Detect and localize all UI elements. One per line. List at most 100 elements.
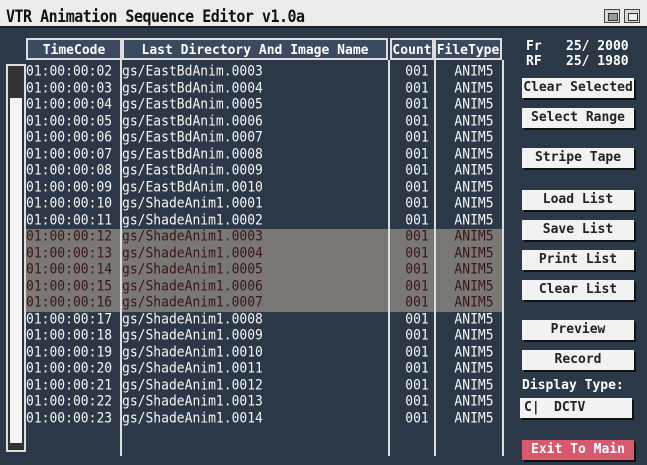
count-cell: 001 bbox=[405, 360, 429, 377]
table-row[interactable]: 01:00:00:15 gs/ShadeAnim1.0006 001 ANIM5 bbox=[26, 277, 504, 295]
timecode-cell: 01:00:00:11 bbox=[26, 211, 113, 229]
timecode-cell: 01:00:00:12 bbox=[26, 228, 113, 245]
image-name-cell: gs/EastBdAnim.0010 bbox=[122, 178, 263, 196]
count-cell: 001 bbox=[405, 327, 429, 344]
image-name-cell: gs/EastBdAnim.0008 bbox=[122, 145, 263, 163]
count-cell: 001 bbox=[405, 79, 429, 97]
stripe-tape-button[interactable]: Stripe Tape bbox=[522, 148, 634, 168]
exit-to-main-button[interactable]: Exit To Main bbox=[522, 440, 634, 460]
timecode-cell: 01:00:00:07 bbox=[26, 145, 113, 163]
count-cell: 001 bbox=[405, 294, 429, 311]
timecode-cell: 01:00:00:17 bbox=[26, 310, 113, 328]
table-row[interactable]: 01:00:00:14 gs/ShadeAnim1.0005 001 ANIM5 bbox=[26, 261, 504, 279]
timecode-cell: 01:00:00:13 bbox=[26, 244, 113, 262]
filetype-cell: ANIM5 bbox=[454, 96, 494, 113]
table-row[interactable]: 01:00:00:12 gs/ShadeAnim1.0003 001 ANIM5 bbox=[26, 228, 504, 246]
count-cell: 001 bbox=[405, 228, 429, 245]
table-row[interactable]: 01:00:00:03 gs/EastBdAnim.0004 001 ANIM5 bbox=[26, 79, 504, 98]
filetype-cell: ANIM5 bbox=[454, 178, 494, 196]
timecode-cell: 01:00:00:05 bbox=[26, 112, 113, 130]
list-scrollbar[interactable] bbox=[6, 64, 26, 452]
count-cell: 001 bbox=[405, 310, 429, 328]
display-type-label: Display Type: bbox=[522, 378, 624, 393]
image-name-cell: gs/ShadeAnim1.0004 bbox=[122, 244, 263, 262]
scrollbar-knob[interactable] bbox=[10, 98, 22, 443]
table-row[interactable]: 01:00:00:07 gs/EastBdAnim.0008 001 ANIM5 bbox=[26, 145, 504, 164]
image-name-cell: gs/ShadeAnim1.0014 bbox=[122, 409, 263, 427]
count-cell: 001 bbox=[405, 195, 429, 212]
timecode-cell: 01:00:00:04 bbox=[26, 96, 113, 113]
image-name-cell: gs/EastBdAnim.0006 bbox=[122, 112, 263, 130]
timecode-cell: 01:00:00:14 bbox=[26, 261, 113, 278]
count-cell: 001 bbox=[405, 96, 429, 113]
timecode-cell: 01:00:00:09 bbox=[26, 178, 113, 196]
table-row[interactable]: 01:00:00:02 gs/EastBdAnim.0003 001 ANIM5 bbox=[26, 63, 504, 81]
save-list-button[interactable]: Save List bbox=[522, 220, 634, 240]
display-type-cycle[interactable]: C| DCTV bbox=[520, 398, 632, 418]
window-title: VTR Animation Sequence Editor v1.0a bbox=[6, 6, 305, 27]
clear-selected-button[interactable]: Clear Selected bbox=[522, 78, 634, 98]
table-row[interactable]: 01:00:00:11 gs/ShadeAnim1.0002 001 ANIM5 bbox=[26, 211, 504, 230]
sequence-list[interactable]: 01:00:00:02 gs/EastBdAnim.0003 001 ANIM5 01:… bbox=[26, 63, 504, 452]
column-header-name[interactable]: Last Directory And Image Name bbox=[122, 38, 388, 60]
timecode-cell: 01:00:00:18 bbox=[26, 327, 113, 344]
column-divider bbox=[502, 60, 504, 456]
image-name-cell: gs/EastBdAnim.0007 bbox=[122, 129, 263, 146]
clear-list-button[interactable]: Clear List bbox=[522, 280, 634, 300]
image-name-cell: gs/ShadeAnim1.0005 bbox=[122, 261, 263, 278]
filetype-cell: ANIM5 bbox=[454, 162, 494, 179]
count-cell: 001 bbox=[405, 178, 429, 196]
filetype-cell: ANIM5 bbox=[454, 244, 494, 262]
timecode-cell: 01:00:00:03 bbox=[26, 79, 113, 97]
title-bar[interactable]: VTR Animation Sequence Editor v1.0a bbox=[0, 0, 647, 28]
table-row[interactable]: 01:00:00:06 gs/EastBdAnim.0007 001 ANIM5 bbox=[26, 129, 504, 147]
table-row[interactable]: 01:00:00:19 gs/ShadeAnim1.0010 001 ANIM5 bbox=[26, 343, 504, 362]
table-row[interactable]: 01:00:00:17 gs/ShadeAnim1.0008 001 ANIM5 bbox=[26, 310, 504, 329]
preview-button[interactable]: Preview bbox=[522, 320, 634, 340]
rf-label: RF bbox=[526, 54, 542, 69]
column-header-count[interactable]: Count bbox=[390, 38, 434, 60]
filetype-cell: ANIM5 bbox=[454, 261, 494, 278]
load-list-button[interactable]: Load List bbox=[522, 190, 634, 210]
timecode-cell: 01:00:00:23 bbox=[26, 409, 113, 427]
timecode-cell: 01:00:00:15 bbox=[26, 277, 113, 295]
table-row[interactable]: 01:00:00:16 gs/ShadeAnim1.0007 001 ANIM5 bbox=[26, 294, 504, 312]
table-row[interactable]: 01:00:00:18 gs/ShadeAnim1.0009 001 ANIM5 bbox=[26, 327, 504, 345]
count-cell: 001 bbox=[405, 277, 429, 295]
table-row[interactable]: 01:00:00:22 gs/ShadeAnim1.0013 001 ANIM5 bbox=[26, 393, 504, 411]
table-row[interactable]: 01:00:00:05 gs/EastBdAnim.0006 001 ANIM5 bbox=[26, 112, 504, 131]
table-row[interactable]: 01:00:00:13 gs/ShadeAnim1.0004 001 ANIM5 bbox=[26, 244, 504, 262]
table-row[interactable]: 01:00:00:09 gs/EastBdAnim.0010 001 ANIM5 bbox=[26, 178, 504, 197]
filetype-cell: ANIM5 bbox=[454, 63, 494, 80]
print-list-button[interactable]: Print List bbox=[522, 250, 634, 270]
column-header-filetype[interactable]: FileType bbox=[434, 38, 502, 60]
timecode-cell: 01:00:00:20 bbox=[26, 360, 113, 377]
image-name-cell: gs/ShadeAnim1.0002 bbox=[122, 211, 263, 229]
image-name-cell: gs/ShadeAnim1.0006 bbox=[122, 277, 263, 295]
table-row[interactable]: 01:00:00:08 gs/EastBdAnim.0009 001 ANIM5 bbox=[26, 162, 504, 180]
column-divider bbox=[388, 60, 390, 456]
depth-back-icon[interactable] bbox=[604, 9, 620, 23]
filetype-cell: ANIM5 bbox=[454, 129, 494, 146]
select-range-button[interactable]: Select Range bbox=[522, 108, 634, 128]
table-row[interactable]: 01:00:00:21 gs/ShadeAnim1.0012 001 ANIM5 bbox=[26, 376, 504, 395]
count-cell: 001 bbox=[405, 129, 429, 146]
image-name-cell: gs/EastBdAnim.0009 bbox=[122, 162, 263, 179]
depth-front-icon[interactable] bbox=[624, 9, 640, 23]
image-name-cell: gs/ShadeAnim1.0007 bbox=[122, 294, 263, 311]
table-row[interactable]: 01:00:00:04 gs/EastBdAnim.0005 001 ANIM5 bbox=[26, 96, 504, 114]
record-button[interactable]: Record bbox=[522, 350, 634, 370]
count-cell: 001 bbox=[405, 376, 429, 394]
filetype-cell: ANIM5 bbox=[454, 112, 494, 130]
timecode-cell: 01:00:00:21 bbox=[26, 376, 113, 394]
filetype-cell: ANIM5 bbox=[454, 393, 494, 410]
count-cell: 001 bbox=[405, 162, 429, 179]
image-name-cell: gs/EastBdAnim.0003 bbox=[122, 63, 263, 80]
count-cell: 001 bbox=[405, 261, 429, 278]
table-row[interactable]: 01:00:00:20 gs/ShadeAnim1.0011 001 ANIM5 bbox=[26, 360, 504, 378]
timecode-cell: 01:00:00:16 bbox=[26, 294, 113, 311]
column-header-timecode[interactable]: TimeCode bbox=[26, 38, 122, 60]
table-row[interactable]: 01:00:00:23 gs/ShadeAnim1.0014 001 ANIM5 bbox=[26, 409, 504, 428]
timecode-cell: 01:00:00:19 bbox=[26, 343, 113, 361]
table-row[interactable]: 01:00:00:10 gs/ShadeAnim1.0001 001 ANIM5 bbox=[26, 195, 504, 213]
